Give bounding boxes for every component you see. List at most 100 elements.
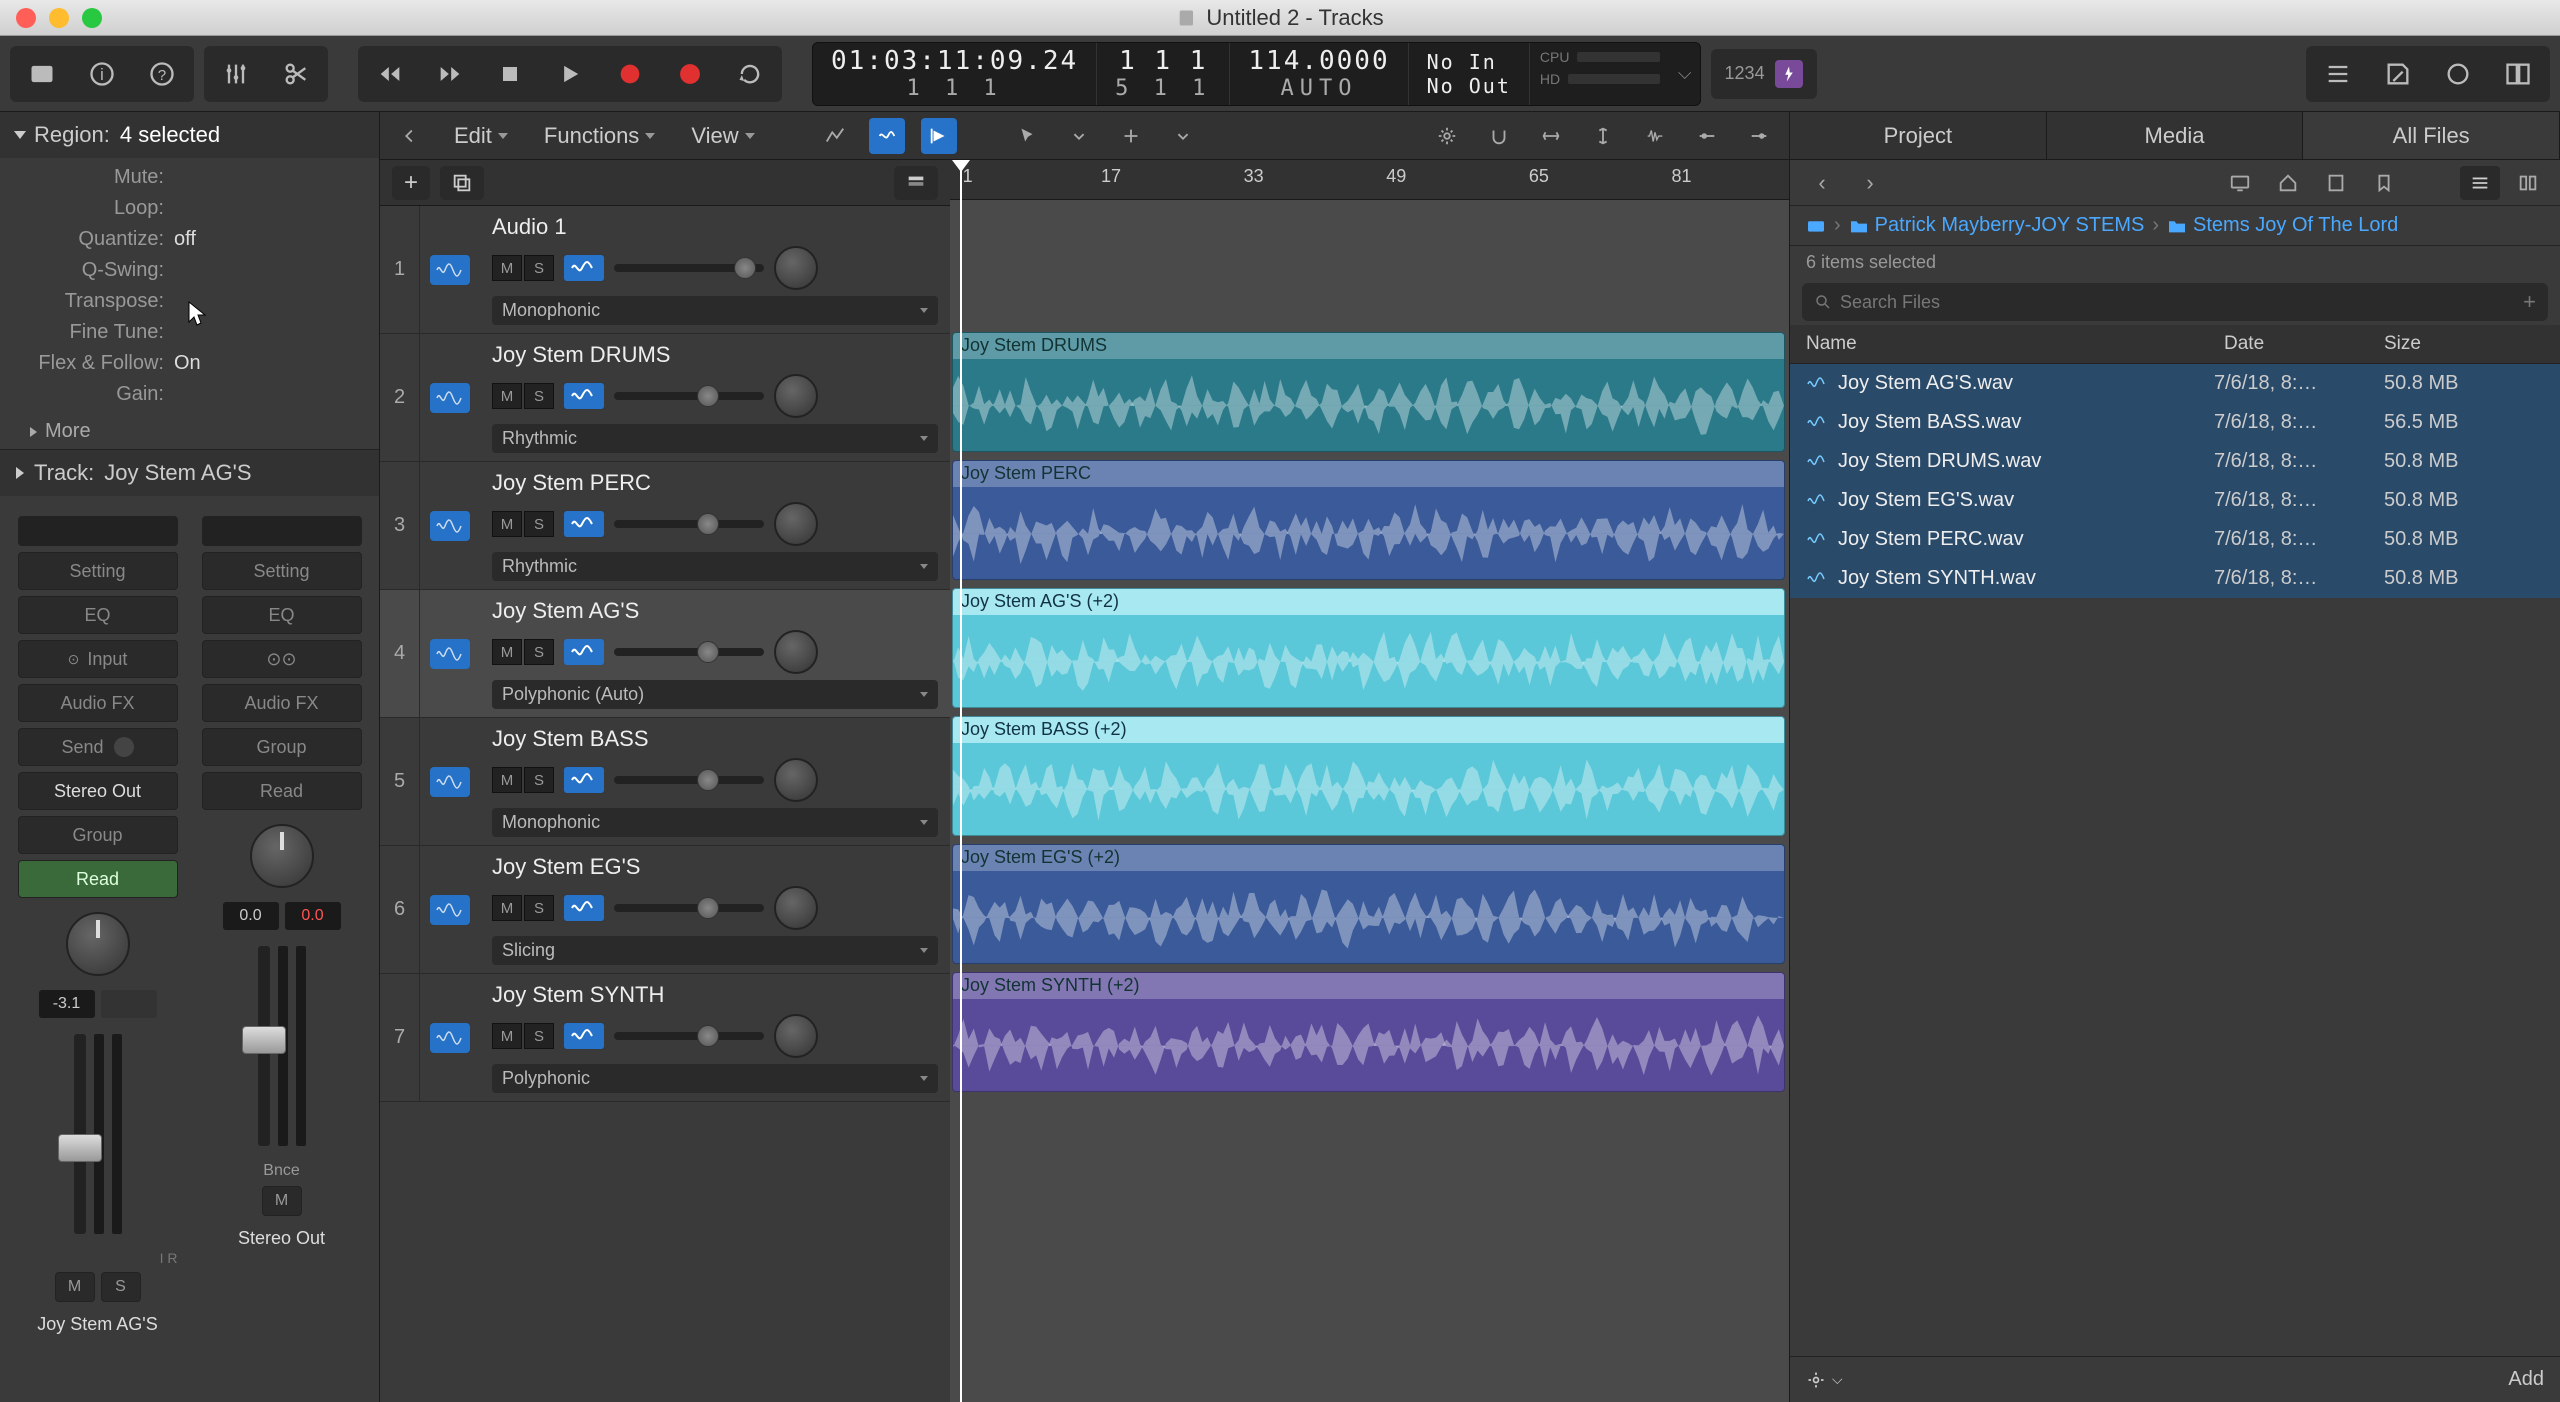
flex-mode-dropdown[interactable]: Rhythmic [492, 424, 938, 453]
pan-knob[interactable] [774, 1014, 818, 1058]
flex-mode-dropdown[interactable]: Monophonic [492, 296, 938, 325]
volume-slider[interactable] [614, 392, 764, 400]
file-header-row[interactable]: Name Date Size [1790, 325, 2560, 364]
file-row[interactable]: Joy Stem BASS.wav 7/6/18, 8:… 56.5 MB [1790, 403, 2560, 442]
send-slot[interactable]: Send [18, 728, 178, 766]
file-row[interactable]: Joy Stem EG'S.wav 7/6/18, 8:… 50.8 MB [1790, 481, 2560, 520]
pointer-tool-icon[interactable] [1009, 118, 1045, 154]
inspector-param-row[interactable]: Quantize: off [24, 224, 355, 255]
volume-slider[interactable] [614, 904, 764, 912]
browsers-button[interactable] [2489, 49, 2547, 99]
audio-region[interactable]: Joy Stem SYNTH (+2) [952, 972, 1785, 1092]
audio-region[interactable]: Joy Stem DRUMS [952, 332, 1785, 452]
close-window-button[interactable] [16, 8, 36, 28]
nav-forward-button[interactable]: › [1850, 166, 1890, 200]
group-slot[interactable]: Group [18, 816, 178, 854]
flex-enable-button[interactable] [564, 639, 604, 665]
volume-slider[interactable] [614, 776, 764, 784]
mixer-button[interactable] [207, 49, 265, 99]
flex-enable-button[interactable] [564, 767, 604, 793]
gear-icon[interactable] [1429, 118, 1465, 154]
notepad-button[interactable] [2369, 49, 2427, 99]
forward-button[interactable] [421, 49, 479, 99]
ruler[interactable]: 11733496581 [950, 160, 1789, 200]
mute-button[interactable]: M [492, 383, 522, 409]
list-editors-button[interactable] [2309, 49, 2367, 99]
eq-slot[interactable]: EQ [18, 596, 178, 634]
pan-knob[interactable] [774, 758, 818, 802]
volume-slider[interactable] [614, 1032, 764, 1040]
pan-knob[interactable] [774, 630, 818, 674]
pan-knob[interactable] [66, 912, 130, 976]
loops-button[interactable] [2429, 49, 2487, 99]
inspector-param-row[interactable]: Gain: [24, 379, 355, 410]
solo-button[interactable]: S [524, 383, 554, 409]
flex-mode-dropdown[interactable]: Polyphonic (Auto) [492, 680, 938, 709]
master-tempo-button[interactable]: 1234 [1711, 49, 1817, 99]
group-slot[interactable]: Group [202, 728, 362, 766]
stereo-link-icon[interactable]: ⊙⊙ [202, 640, 362, 678]
audiofx-slot[interactable]: Audio FX [202, 684, 362, 722]
volume-slider[interactable] [614, 520, 764, 528]
play-button[interactable] [541, 49, 599, 99]
track-header[interactable]: 3 Joy Stem PERC MS Rhythmic [380, 462, 950, 590]
browser-tab[interactable]: All Files [2303, 112, 2560, 159]
audio-region[interactable]: Joy Stem AG'S (+2) [952, 588, 1785, 708]
flex-enable-button[interactable] [564, 511, 604, 537]
solo-button[interactable]: S [524, 639, 554, 665]
project-icon[interactable] [2316, 166, 2356, 200]
breadcrumb-item[interactable]: Patrick Mayberry-JOY STEMS [1849, 214, 2145, 237]
cycle-button[interactable] [721, 49, 779, 99]
solo-button[interactable]: S [524, 511, 554, 537]
inspector-param-row[interactable]: Q-Swing: [24, 255, 355, 286]
functions-menu[interactable]: Functions [534, 119, 665, 153]
add-track-button[interactable]: + [392, 166, 430, 200]
search-input[interactable]: Search Files + [1802, 283, 2548, 321]
track-header[interactable]: 5 Joy Stem BASS MS Monophonic [380, 718, 950, 846]
add-button[interactable]: Add [2508, 1368, 2544, 1391]
automation-icon[interactable] [817, 118, 853, 154]
solo-button[interactable]: S [101, 1272, 141, 1302]
pan-knob[interactable] [774, 374, 818, 418]
fader[interactable] [38, 1024, 158, 1244]
snap-icon[interactable] [1481, 118, 1517, 154]
file-row[interactable]: Joy Stem PERC.wav 7/6/18, 8:… 50.8 MB [1790, 520, 2560, 559]
home-icon[interactable] [2268, 166, 2308, 200]
pan-knob[interactable] [250, 824, 314, 888]
mute-button[interactable]: M [492, 895, 522, 921]
computer-icon[interactable] [2220, 166, 2260, 200]
global-tracks-button[interactable] [894, 166, 938, 200]
pan-knob[interactable] [774, 502, 818, 546]
input-slot[interactable]: ⊙Input [18, 640, 178, 678]
zoom-window-button[interactable] [82, 8, 102, 28]
mute-button[interactable]: M [492, 1023, 522, 1049]
flex-enable-button[interactable] [564, 1023, 604, 1049]
file-row[interactable]: Joy Stem DRUMS.wav 7/6/18, 8:… 50.8 MB [1790, 442, 2560, 481]
solo-button[interactable]: S [524, 767, 554, 793]
waveform-zoom-icon[interactable] [1637, 118, 1673, 154]
automation-mode-slot[interactable]: Read [18, 860, 178, 898]
setting-slot[interactable] [18, 516, 178, 546]
flex-enable-button[interactable] [564, 255, 604, 281]
volume-slider[interactable] [614, 264, 764, 272]
list-view-button[interactable] [2460, 166, 2500, 200]
lcd-display[interactable]: 01:03:11:09.24 1 1 1 1 1 1 5 1 1 114.000… [812, 42, 1701, 106]
v-zoom-slider-icon[interactable] [1741, 118, 1777, 154]
pan-knob[interactable] [774, 886, 818, 930]
flex-mode-dropdown[interactable]: Polyphonic [492, 1064, 938, 1093]
flex-icon[interactable] [869, 118, 905, 154]
audio-region[interactable]: Joy Stem PERC [952, 460, 1785, 580]
audio-region[interactable]: Joy Stem BASS (+2) [952, 716, 1785, 836]
solo-button[interactable]: S [524, 1023, 554, 1049]
bookmark-icon[interactable] [2364, 166, 2404, 200]
more-disclosure[interactable]: More [0, 414, 379, 449]
fader[interactable] [222, 936, 342, 1156]
setting-slot[interactable]: Setting [18, 552, 178, 590]
flex-enable-button[interactable] [564, 383, 604, 409]
flex-enable-button[interactable] [564, 895, 604, 921]
browser-tab[interactable]: Media [2047, 112, 2304, 159]
track-header[interactable]: 4 Joy Stem AG'S MS Polyphonic (Auto) [380, 590, 950, 718]
zoom-v-icon[interactable] [1585, 118, 1621, 154]
eq-slot[interactable]: EQ [202, 596, 362, 634]
track-header[interactable]: 7 Joy Stem SYNTH MS Polyphonic [380, 974, 950, 1102]
